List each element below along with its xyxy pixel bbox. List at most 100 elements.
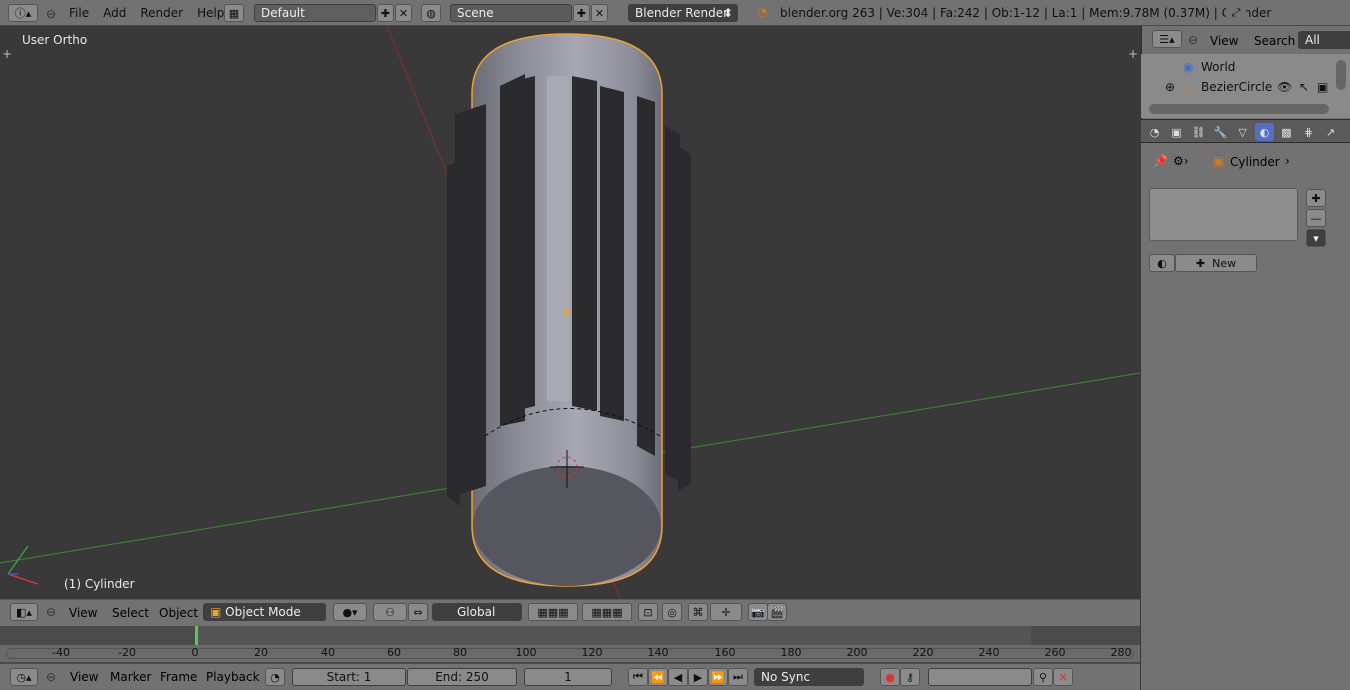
timeline-editor-type-button[interactable]: ◷▴ (10, 668, 38, 686)
pivot-select[interactable]: ⚇ (373, 603, 407, 621)
tab-physics-icon[interactable]: ↗ (1321, 123, 1340, 141)
menu-render[interactable]: Render (133, 0, 190, 26)
add-slot-icon[interactable]: ✚ (1306, 189, 1326, 207)
timeline-ruler[interactable] (0, 645, 1140, 662)
snap-element-select[interactable]: ✛ (710, 603, 742, 621)
outliner-hscrollbar[interactable] (1149, 104, 1329, 114)
outliner-editor-type-button[interactable]: ☰▴ (1152, 30, 1182, 48)
jump-keyframe-forward-icon[interactable]: ⏩ (708, 668, 728, 686)
corner-plus-icon: + (2, 47, 12, 61)
insert-keyframe-icon[interactable]: ⚲ (1033, 668, 1053, 686)
cube-icon: ◧▴ (16, 605, 32, 619)
orientation-select[interactable]: Global (432, 603, 522, 621)
display-mode-select[interactable]: All Scene (1298, 31, 1350, 49)
menu-view[interactable]: View (70, 670, 98, 684)
add-scene-icon[interactable]: ✚ (573, 4, 590, 22)
sphere-icon: ●▾ (342, 605, 358, 619)
tab-render-icon[interactable]: ◔ (1145, 123, 1164, 141)
screen-layout-icon[interactable]: ▦ (224, 4, 244, 22)
jump-end-icon[interactable]: ⏭ (728, 668, 748, 686)
eye-icon[interactable]: 👁 (1277, 80, 1292, 94)
lock-layers-icon[interactable]: ⊡ (638, 603, 658, 621)
screen-layout-field[interactable]: Default (254, 4, 376, 22)
outliner-item-beziercircle[interactable]: BezierCircle (1201, 80, 1272, 94)
start-frame-field[interactable]: Start: 1 (292, 668, 406, 686)
menu-object[interactable]: Object (159, 606, 198, 620)
add-screen-icon[interactable]: ✚ (377, 4, 394, 22)
object-icon: ▣ (1213, 154, 1225, 168)
collapse-icon[interactable]: ⊖ (46, 605, 56, 619)
info-header: ⓘ▴ ⊖ File Add Render Help ▦ Default ✚ ✕ … (0, 0, 1350, 26)
collapse-icon[interactable]: ⊖ (1188, 33, 1198, 47)
camera-icon[interactable]: ▣ (1317, 80, 1328, 94)
render-engine-select[interactable]: Blender Render ⬍ (628, 4, 738, 22)
scene-icon[interactable]: ◍ (421, 4, 441, 22)
menu-marker[interactable]: Marker (110, 670, 151, 684)
menu-file[interactable]: File (62, 0, 96, 26)
delete-keyframe-icon[interactable]: ✕ (1053, 668, 1073, 686)
pin-icon[interactable]: 📌 (1153, 154, 1168, 168)
menu-add[interactable]: Add (96, 0, 133, 26)
scene-field[interactable]: Scene (450, 4, 572, 22)
sync-select[interactable]: No Sync (754, 668, 864, 686)
tab-modifiers-icon[interactable]: 🔧 (1211, 123, 1230, 141)
material-slots-list[interactable] (1149, 188, 1298, 241)
outliner-item-world[interactable]: World (1201, 60, 1235, 74)
clock-icon: ◷▴ (16, 670, 32, 684)
collapse-icon[interactable]: ⊖ (46, 7, 56, 21)
scene-data-icon: ⚙› (1173, 154, 1189, 168)
proportional-edit-icon[interactable]: ◎ (662, 603, 682, 621)
mode-label: Object Mode (225, 605, 301, 619)
play-icon[interactable]: ▶ (688, 668, 708, 686)
tab-object-icon[interactable]: ▣ (1167, 123, 1186, 141)
mode-select[interactable]: ▣ Object Mode (203, 603, 326, 621)
timeline-scrollbar[interactable] (6, 648, 1134, 659)
outliner-menu-search[interactable]: Search (1254, 34, 1295, 48)
material-browse-icon[interactable]: ◐ (1149, 254, 1175, 272)
fullscreen-icon[interactable]: ⤢ (1226, 4, 1246, 22)
menu-playback[interactable]: Playback (206, 670, 260, 684)
tab-material-icon[interactable]: ◐ (1255, 123, 1274, 141)
render-image-icon[interactable]: 📷 (748, 603, 768, 621)
timeline-header: ◷▴ ⊖ View Marker Frame Playback ◔ Start:… (0, 664, 1140, 690)
menu-view[interactable]: View (69, 606, 97, 620)
keying-set-field[interactable] (928, 668, 1032, 686)
preview-range-icon[interactable]: ◔ (265, 668, 285, 686)
collapse-icon[interactable]: ⊖ (46, 670, 56, 684)
info-editor-type-button[interactable]: ⓘ▴ (8, 4, 38, 22)
tick-label: 200 (846, 646, 868, 659)
delete-screen-icon[interactable]: ✕ (395, 4, 412, 22)
current-frame-field[interactable]: 1 (524, 668, 612, 686)
layers-grid-b[interactable]: ▦▦▦ (582, 603, 632, 621)
tab-constraints-icon[interactable]: ⛓ (1189, 123, 1208, 141)
object-origin (564, 309, 570, 315)
snap-icon[interactable]: ⌘ (688, 603, 708, 621)
keying-icon[interactable]: ⚷ (900, 668, 920, 686)
tab-texture-icon[interactable]: ▩ (1277, 123, 1296, 141)
delete-scene-icon[interactable]: ✕ (591, 4, 608, 22)
pivot-icon: ⚇ (385, 605, 395, 619)
remove-slot-icon[interactable]: — (1306, 209, 1326, 227)
axis-widget-y (7, 545, 29, 575)
new-material-button[interactable]: ✚ New (1175, 254, 1257, 272)
play-reverse-icon[interactable]: ◀ (668, 668, 688, 686)
end-frame-field[interactable]: End: 250 (407, 668, 517, 686)
jump-start-icon[interactable]: ⏮ (628, 668, 648, 686)
expand-icon[interactable]: ⊕ (1165, 80, 1175, 94)
slot-menu-icon[interactable]: ▾ (1306, 229, 1326, 247)
shading-select[interactable]: ●▾ (333, 603, 367, 621)
cursor-icon[interactable]: ↖ (1299, 80, 1309, 94)
layers-grid-a[interactable]: ▦▦▦ (528, 603, 578, 621)
tab-data-icon[interactable]: ▽ (1233, 123, 1252, 141)
outliner-vscrollbar[interactable] (1336, 60, 1346, 90)
manipulator-icon[interactable]: ⇔ (408, 603, 428, 621)
tab-particles-icon[interactable]: ⋕ (1299, 123, 1318, 141)
menu-select[interactable]: Select (112, 606, 149, 620)
outliner-menu-view[interactable]: View (1210, 34, 1238, 48)
3d-viewport[interactable]: + + User Ortho (1) Cylinder (0, 26, 1140, 599)
editor-type-button[interactable]: ◧▴ (10, 603, 38, 621)
render-animation-icon[interactable]: 🎬 (767, 603, 787, 621)
menu-frame[interactable]: Frame (160, 670, 197, 684)
record-icon[interactable]: ● (880, 668, 900, 686)
jump-keyframe-back-icon[interactable]: ⏪ (648, 668, 668, 686)
